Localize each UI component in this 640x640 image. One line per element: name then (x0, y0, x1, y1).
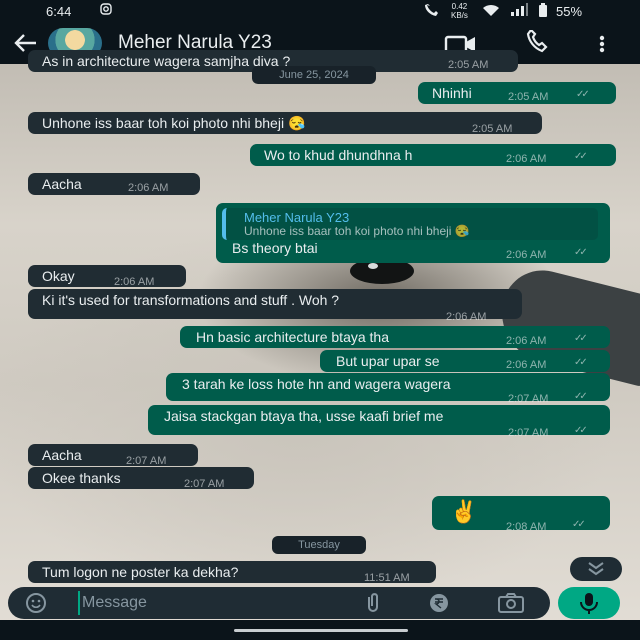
message-text: Tum logon ne poster ka dekha? (42, 564, 239, 580)
message-time: 2:05 AM (448, 59, 489, 71)
message-composer (8, 587, 550, 619)
battery-percentage: 55% (556, 4, 583, 19)
message-bubble-outgoing[interactable]: Hn basic architecture btaya tha 2:06 AM … (180, 326, 610, 348)
home-indicator[interactable] (234, 629, 408, 632)
read-ticks-icon: ✓✓ (574, 151, 588, 162)
read-ticks-icon: ✓✓ (574, 247, 588, 258)
message-bubble-outgoing[interactable]: ✌️ 2:08 AM ✓✓ (432, 496, 610, 533)
message-text: Wo to khud dhundhna h (264, 147, 413, 163)
message-bubble-outgoing-reply[interactable]: Meher Narula Y23 Unhone iss baar toh koi… (216, 203, 610, 263)
wifi-calling-icon (424, 3, 440, 20)
read-ticks-icon: ✓✓ (576, 89, 590, 100)
message-bubble-incoming[interactable]: Tum logon ne poster ka dekha? 11:51 AM (28, 561, 436, 584)
message-text: Okay (42, 268, 75, 284)
message-text: Aacha (42, 447, 82, 463)
message-time: 2:07 AM (184, 478, 225, 490)
more-options-icon (599, 35, 605, 53)
battery-icon (538, 3, 548, 20)
date-chip: Tuesday (272, 536, 366, 554)
message-bubble-incoming[interactable]: Ki it's used for transformations and stu… (28, 289, 522, 323)
message-text: 3 tarah ke loss hote hn and wagera wager… (182, 376, 451, 392)
message-bubble-outgoing[interactable]: Jaisa stackgan btaya tha, usse kaafi bri… (148, 405, 610, 439)
message-time: 11:51 AM (364, 572, 410, 584)
message-text: ✌️ (450, 499, 478, 524)
message-list[interactable]: As in architecture wagera samjha diya ? … (0, 50, 640, 584)
camera-icon (498, 593, 524, 613)
network-speed-unit: KB/s (451, 11, 468, 20)
message-time: 2:05 AM (508, 91, 549, 103)
network-speed-value: 0.42 (451, 2, 468, 11)
read-ticks-icon: ✓✓ (574, 333, 588, 344)
message-bubble-incoming[interactable]: Aacha 2:06 AM (28, 173, 200, 195)
message-time: 2:06 AM (506, 249, 547, 261)
scroll-to-bottom-button[interactable] (570, 557, 622, 581)
message-text: But upar upar se (336, 353, 440, 369)
quoted-text: Unhone iss baar toh koi photo nhi bheji … (244, 224, 470, 238)
rupee-payment-icon (430, 594, 448, 612)
read-ticks-icon: ✓✓ (574, 425, 588, 436)
message-time: 2:06 AM (506, 335, 547, 347)
voice-call-button[interactable] (522, 28, 552, 58)
instagram-icon (100, 3, 112, 18)
date-chip: June 25, 2024 (252, 66, 376, 84)
message-text: Jaisa stackgan btaya tha, usse kaafi bri… (164, 408, 444, 424)
status-time: 6:44 (46, 4, 72, 19)
voice-call-icon (526, 28, 548, 53)
message-text: Ki it's used for transformations and stu… (42, 292, 340, 308)
chevron-double-down-icon (588, 562, 604, 576)
message-text: Bs theory btai (232, 240, 318, 256)
status-bar: 6:44 0.42 KB/s 55% (0, 0, 640, 24)
message-bubble-incoming[interactable]: Okee thanks 2:07 AM (28, 467, 254, 490)
camera-button[interactable] (496, 592, 526, 614)
message-time: 2:05 AM (472, 123, 513, 135)
message-bubble-incoming[interactable]: Aacha 2:07 AM (28, 444, 198, 467)
message-text: Unhone iss baar toh koi photo nhi bheji … (42, 115, 306, 131)
attach-button[interactable] (360, 592, 386, 614)
attach-icon (368, 593, 378, 612)
message-text: Hn basic architecture btaya tha (196, 329, 389, 345)
voice-message-button[interactable] (558, 587, 620, 619)
message-text: Aacha (42, 176, 82, 192)
message-bubble-outgoing[interactable]: Wo to khud dhundhna h 2:06 AM ✓✓ (250, 144, 616, 166)
message-bubble-outgoing[interactable]: Nhinhi 2:05 AM ✓✓ (418, 82, 616, 104)
signal-icon (510, 3, 528, 20)
mic-icon (580, 593, 598, 614)
message-bubble-outgoing[interactable]: But upar upar se 2:06 AM ✓✓ (320, 350, 610, 372)
more-options-button[interactable] (592, 30, 612, 58)
quoted-message[interactable]: Meher Narula Y23 Unhone iss baar toh koi… (222, 208, 598, 240)
wifi-icon (482, 3, 500, 20)
message-time: 2:06 AM (128, 182, 169, 194)
message-time: 2:06 AM (446, 311, 487, 323)
emoji-button[interactable] (24, 592, 48, 614)
message-time: 2:06 AM (506, 153, 547, 165)
message-bubble-incoming[interactable]: Okay 2:06 AM (28, 265, 186, 288)
message-bubble-incoming[interactable]: Unhone iss baar toh koi photo nhi bheji … (28, 112, 542, 135)
payment-button[interactable] (426, 592, 452, 614)
read-ticks-icon: ✓✓ (574, 357, 588, 368)
message-text: Okee thanks (42, 470, 121, 486)
network-speed: 0.42 KB/s (451, 2, 468, 20)
message-bubble-outgoing[interactable]: 3 tarah ke loss hote hn and wagera wager… (166, 373, 610, 405)
quoted-author: Meher Narula Y23 (244, 210, 350, 225)
emoji-icon (26, 593, 46, 613)
read-ticks-icon: ✓✓ (572, 519, 586, 530)
system-navigation-bar (0, 620, 640, 640)
message-text: Nhinhi (432, 85, 472, 101)
message-time: 2:07 AM (508, 427, 549, 439)
message-time: 2:08 AM (506, 521, 547, 533)
message-input[interactable] (78, 591, 348, 615)
